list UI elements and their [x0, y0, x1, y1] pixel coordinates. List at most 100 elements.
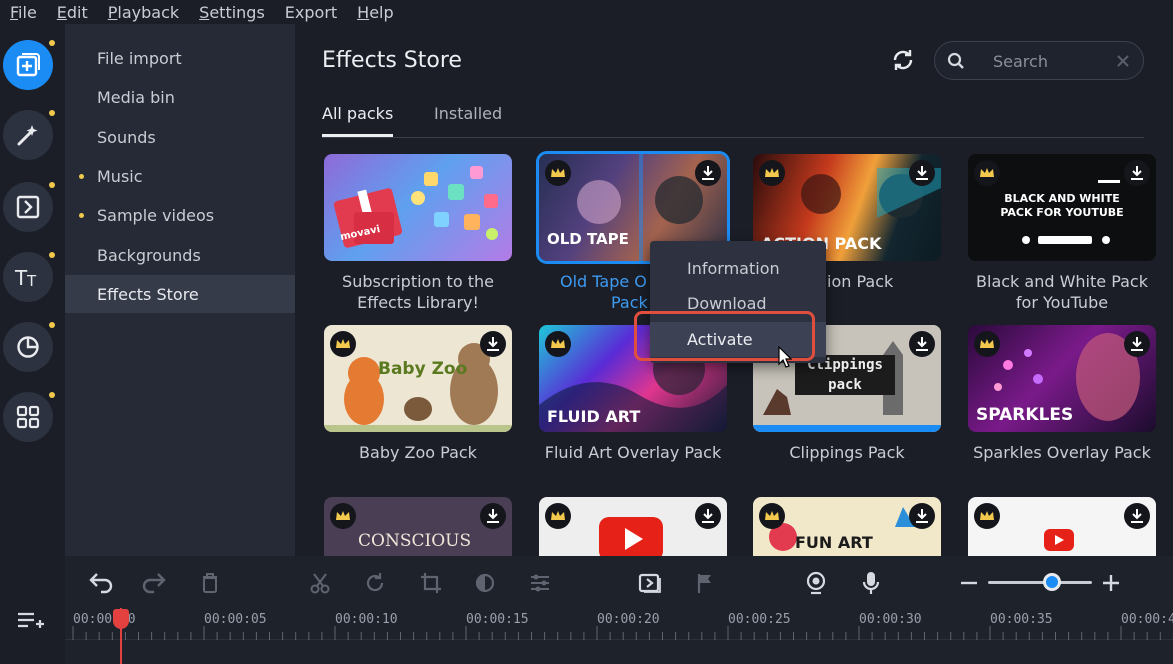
- pack-card[interactable]: FUN ART: [753, 497, 941, 556]
- menu-export[interactable]: Export: [275, 3, 347, 22]
- download-icon[interactable]: [909, 331, 935, 357]
- cut-icon[interactable]: [307, 570, 333, 596]
- premium-dot: [49, 110, 55, 116]
- marker-flag-icon[interactable]: [692, 570, 718, 596]
- delete-icon[interactable]: [197, 570, 223, 596]
- category-label: Sample videos: [97, 205, 215, 225]
- pack-thumb-text: FUN ART: [795, 533, 873, 552]
- tab-all-packs[interactable]: All packs: [322, 104, 394, 137]
- rotate-icon[interactable]: [362, 570, 388, 596]
- search-icon: [947, 52, 964, 69]
- menu-bar: File Edit Playback Settings Export Help: [0, 0, 1173, 24]
- svg-text:T: T: [26, 272, 37, 290]
- premium-crown-icon: [759, 503, 785, 529]
- download-icon[interactable]: [480, 331, 506, 357]
- search-box[interactable]: [934, 41, 1144, 80]
- more-tools-icon[interactable]: [3, 392, 53, 442]
- category-label: Media bin: [97, 87, 175, 107]
- menu-settings[interactable]: Settings: [189, 3, 275, 22]
- undo-icon[interactable]: [87, 570, 113, 596]
- crop-icon[interactable]: [418, 570, 444, 596]
- download-icon[interactable]: [909, 160, 935, 186]
- menu-playback[interactable]: Playback: [98, 3, 189, 22]
- premium-crown-icon: [330, 331, 356, 357]
- timeline-ruler[interactable]: 00:00:00 00:00:05 00:00:10 00:00:15 00:0…: [65, 608, 1173, 640]
- pack-card[interactable]: CONSCIOUS: [324, 497, 512, 556]
- pack-thumb-text: Baby Zoo: [378, 359, 468, 379]
- import-icon[interactable]: [3, 40, 53, 90]
- pack-card[interactable]: [968, 497, 1156, 556]
- stickers-icon[interactable]: [3, 322, 53, 372]
- tab-installed[interactable]: Installed: [434, 104, 502, 137]
- tick-label: 00:00:20: [597, 612, 660, 627]
- premium-dot: [49, 252, 55, 258]
- download-icon[interactable]: [1124, 160, 1150, 186]
- category-media-bin[interactable]: Media bin: [65, 78, 295, 116]
- category-file-import[interactable]: File import: [65, 39, 295, 77]
- premium-dot: [49, 322, 55, 328]
- clip-properties-icon[interactable]: [527, 570, 553, 596]
- webcam-icon[interactable]: [803, 570, 829, 596]
- pack-card[interactable]: SPARKLES Sparkles Overlay Pack: [968, 325, 1156, 463]
- category-backgrounds[interactable]: Backgrounds: [65, 236, 295, 274]
- premium-crown-icon: [974, 331, 1000, 357]
- color-adjust-icon[interactable]: [472, 570, 498, 596]
- tick-label: 00:00:4: [1121, 612, 1173, 627]
- movavi-editor-window: File Edit Playback Settings Export Help …: [0, 0, 1173, 664]
- pack-card[interactable]: movavi Subscription to the Effects Libra…: [324, 154, 512, 313]
- magic-wand-icon[interactable]: [3, 110, 53, 160]
- menu-edit-mnemonic: E: [56, 2, 67, 22]
- mouse-cursor-icon: [778, 346, 792, 368]
- menu-playback-mnemonic: P: [107, 2, 118, 22]
- pack-thumbnail: FUN ART: [753, 497, 941, 556]
- pack-thumb-text: OLD TAPE: [547, 230, 629, 248]
- menu-file[interactable]: File: [0, 3, 47, 22]
- playhead-handle[interactable]: [113, 609, 129, 629]
- category-list: File import Media bin Sounds Music Sampl…: [65, 24, 295, 556]
- pack-thumb-text: BLACK AND WHITE PACK FOR YOUTUBE: [1000, 192, 1124, 219]
- pack-thumbnail: [539, 497, 727, 556]
- download-icon[interactable]: [1124, 331, 1150, 357]
- pack-card[interactable]: BLACK AND WHITE PACK FOR YOUTUBE Black a…: [968, 154, 1156, 313]
- refresh-icon[interactable]: [891, 48, 915, 72]
- transitions-icon[interactable]: [3, 182, 53, 232]
- pack-thumbnail: CONSCIOUS: [324, 497, 512, 556]
- pack-card[interactable]: [539, 497, 727, 556]
- search-input[interactable]: [993, 50, 1103, 72]
- add-track-icon[interactable]: [16, 610, 44, 632]
- pack-thumb-text: SPARKLES: [976, 405, 1074, 425]
- download-icon[interactable]: [1124, 503, 1150, 529]
- premium-dot: [49, 392, 55, 398]
- download-icon[interactable]: [480, 503, 506, 529]
- download-icon[interactable]: [695, 503, 721, 529]
- zoom-slider-track[interactable]: [988, 581, 1092, 584]
- pack-thumbnail: [968, 497, 1156, 556]
- category-label: Sounds: [97, 127, 156, 147]
- tick-label: 00:00:25: [728, 612, 791, 627]
- category-music[interactable]: Music: [65, 157, 295, 195]
- titles-icon[interactable]: TT: [3, 252, 53, 302]
- category-label: Music: [97, 166, 143, 186]
- premium-crown-icon: [545, 503, 571, 529]
- category-sounds[interactable]: Sounds: [65, 118, 295, 156]
- microphone-icon[interactable]: [858, 570, 884, 596]
- category-effects-store[interactable]: Effects Store: [65, 275, 295, 313]
- menu-help[interactable]: Help: [347, 3, 403, 22]
- pack-card[interactable]: Baby Zoo Baby Zoo Pack: [324, 325, 512, 463]
- menu-settings-label: ettings: [209, 2, 265, 22]
- transition-wizard-icon[interactable]: [637, 570, 663, 596]
- premium-crown-icon: [330, 503, 356, 529]
- zoom-out-icon[interactable]: [956, 570, 982, 596]
- download-icon[interactable]: [695, 160, 721, 186]
- download-icon[interactable]: [909, 503, 935, 529]
- menu-item-information[interactable]: Information: [650, 251, 826, 286]
- clear-search-icon[interactable]: [1115, 53, 1131, 69]
- pack-thumbnail: Baby Zoo: [324, 325, 512, 432]
- menu-edit-label: dit: [66, 2, 88, 22]
- pack-thumb-text: FLUID ART: [547, 407, 641, 426]
- category-sample-videos[interactable]: Sample videos: [65, 196, 295, 234]
- redo-icon[interactable]: [142, 570, 168, 596]
- zoom-in-icon[interactable]: [1098, 570, 1124, 596]
- menu-edit[interactable]: Edit: [47, 3, 98, 22]
- premium-crown-icon: [974, 160, 1000, 186]
